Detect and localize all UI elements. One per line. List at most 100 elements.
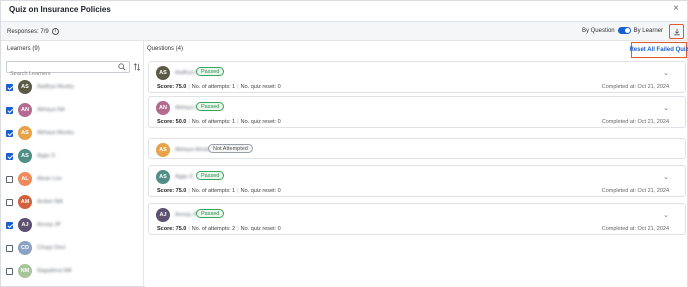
learner-name: Aggu S <box>37 153 56 159</box>
score-value: Score: 75.0 <box>157 188 187 194</box>
learner-checkbox[interactable] <box>6 198 13 206</box>
learner-checkbox[interactable] <box>6 267 13 275</box>
separator: | <box>188 226 190 232</box>
avatar: AN <box>18 103 32 117</box>
separator: | <box>188 119 190 125</box>
chevron-down-icon[interactable]: ⌄ <box>663 69 669 77</box>
learner-row[interactable]: AM Amber MA <box>6 193 63 211</box>
avatar: AS <box>18 80 32 94</box>
attempts-count: No. of attempts: 2 <box>191 226 236 232</box>
response-card[interactable]: AN Abhaya NA Passed ⌄ Score: 50.0 | No. of att… <box>148 96 686 128</box>
learner-checkbox[interactable] <box>6 129 13 137</box>
toggle-label-by-learner[interactable]: By Learner <box>634 28 663 34</box>
separator: | <box>188 84 190 90</box>
avatar: AN <box>156 101 170 115</box>
close-icon[interactable]: × <box>673 4 679 14</box>
avatar: AS <box>18 126 32 140</box>
learner-name: Aggu S <box>175 174 194 180</box>
response-card[interactable]: AS Abhaya Mootry Not Attempted <box>148 138 686 159</box>
download-button[interactable] <box>669 24 684 39</box>
sort-icon[interactable] <box>133 63 141 71</box>
separator: | <box>237 84 239 90</box>
learner-checkbox[interactable] <box>6 221 13 229</box>
learner-name: Abhaya Mootry <box>37 130 74 136</box>
learner-name: Alean Lee <box>37 176 62 182</box>
learner-checkbox[interactable] <box>6 244 13 252</box>
learner-row[interactable]: AS Aggu S <box>6 147 55 165</box>
chevron-down-icon[interactable]: ⌄ <box>663 211 669 219</box>
learner-name: Abhaya NA <box>37 107 65 113</box>
learner-row[interactable]: CD Chopy Devi <box>6 239 65 257</box>
questions-panel: Questions (4) Reset All Failed Quiz AS Aa… <box>145 41 688 287</box>
learner-checkbox[interactable] <box>6 152 13 160</box>
separator: | <box>237 119 239 125</box>
questions-count: (4) <box>175 46 184 52</box>
learner-checkbox[interactable] <box>6 83 13 91</box>
attempt-meta: Score: 75.0 | No. of attempts: 1 | No. quiz … <box>157 188 281 194</box>
quiz-reset-count: No. quiz reset: 0 <box>240 226 281 232</box>
completed-at: Completed at: Oct 21, 2024 <box>601 84 669 90</box>
learner-checkbox[interactable] <box>6 106 13 114</box>
score-value: Score: 50.0 <box>157 119 187 125</box>
learner-row[interactable]: AN Abhaya NA <box>6 101 65 119</box>
status-badge: Not Attempted <box>208 144 253 153</box>
learners-count: (9) <box>32 46 40 52</box>
learner-name: Abhaya Mootry <box>175 147 212 153</box>
response-card[interactable]: AS Aggu S Passed ⌄ Score: 75.0 | No. of attemp… <box>148 165 686 197</box>
info-icon[interactable]: i <box>51 28 59 35</box>
avatar: AS <box>156 66 170 80</box>
questions-heading: Questions (4) <box>147 46 183 52</box>
view-toggle-switch[interactable] <box>617 27 631 34</box>
learner-row[interactable]: AS Abhaya Mootry <box>6 124 74 142</box>
learner-name: Aadhya Mootry <box>37 84 74 90</box>
learner-name: Amber MA <box>37 199 63 205</box>
completed-at: Completed at: Oct 21, 2024 <box>601 226 669 232</box>
avatar: AL <box>18 172 32 186</box>
avatar: AJ <box>18 218 32 232</box>
chevron-down-icon[interactable]: ⌄ <box>663 173 669 181</box>
attempt-meta: Score: 50.0 | No. of attempts: 1 | No. quiz … <box>157 119 281 125</box>
chevron-down-icon[interactable]: ⌄ <box>663 104 669 112</box>
status-badge: Passed <box>196 171 225 180</box>
attempt-meta: Score: 75.0 | No. of attempts: 1 | No. quiz … <box>157 84 281 90</box>
status-badge: Passed <box>196 102 225 111</box>
responses-bar: Responses: 7/9 i By Question By Learner <box>1 21 687 41</box>
questions-heading-label: Questions <box>147 46 175 52</box>
response-card[interactable]: AJ Anoop JP Passed ⌄ Score: 75.0 | No. of atte… <box>148 203 686 235</box>
avatar: AS <box>156 170 170 184</box>
search-box <box>6 61 130 79</box>
separator: | <box>188 188 190 194</box>
toggle-label-by-question[interactable]: By Question <box>582 28 615 34</box>
score-value: Score: 75.0 <box>157 84 187 90</box>
completed-at: Completed at: Oct 21, 2024 <box>601 119 669 125</box>
learners-heading-label: Learners <box>7 46 31 52</box>
quiz-reset-count: No. quiz reset: 0 <box>240 188 281 194</box>
response-card[interactable]: AS Aadhya Mootry Passed ⌄ Score: 75.0 | No. of… <box>148 61 686 93</box>
avatar: AM <box>18 195 32 209</box>
status-badge: Passed <box>196 67 225 76</box>
quiz-reset-count: No. quiz reset: 0 <box>240 84 281 90</box>
learner-checkbox[interactable] <box>6 175 13 183</box>
quiz-modal: Quiz on Insurance Policies × Responses: … <box>0 0 688 287</box>
avatar: CD <box>18 241 32 255</box>
reset-all-failed-quiz-button[interactable]: Reset All Failed Quiz <box>629 42 688 58</box>
learner-name: Nagadeva MA <box>37 268 72 274</box>
score-value: Score: 75.0 <box>157 226 187 232</box>
quiz-reset-count: No. quiz reset: 0 <box>240 119 281 125</box>
avatar: AS <box>156 143 170 157</box>
download-icon <box>673 28 680 35</box>
learner-row[interactable]: AS Aadhya Mootry <box>6 78 74 96</box>
learner-name: Chopy Devi <box>37 245 66 251</box>
learner-row[interactable]: AJ Anoop JP <box>6 216 61 234</box>
view-toggle: By Question By Learner <box>582 27 663 34</box>
separator: | <box>237 226 239 232</box>
search-icon[interactable] <box>118 63 126 71</box>
learner-row[interactable]: AL Alean Lee <box>6 170 62 188</box>
attempts-count: No. of attempts: 1 <box>191 188 236 194</box>
avatar: NM <box>18 264 32 278</box>
learners-heading: Learners (9) <box>7 46 40 52</box>
learners-panel: Learners (9) ASAadhya MootryANAbhaya NAA… <box>1 41 144 287</box>
attempt-meta: Score: 75.0 | No. of attempts: 2 | No. quiz … <box>157 226 281 232</box>
completed-at: Completed at: Oct 21, 2024 <box>601 188 669 194</box>
learner-row[interactable]: NM Nagadeva MA <box>6 262 72 280</box>
